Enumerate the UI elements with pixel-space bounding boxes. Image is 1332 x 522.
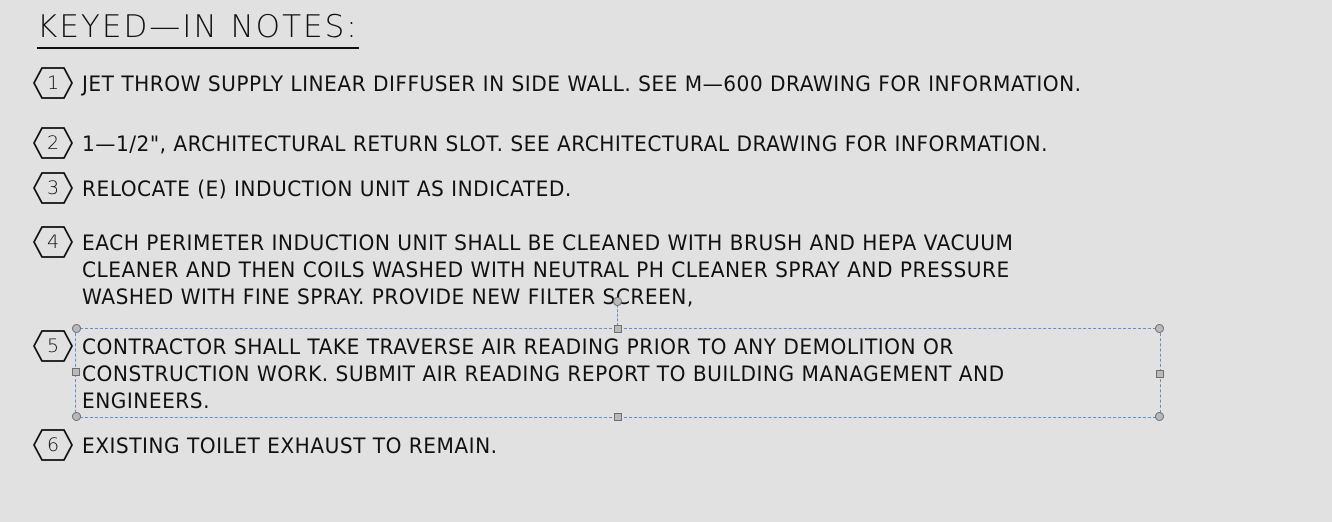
note-line: EACH PERIMETER INDUCTION UNIT SHALL BE C…	[82, 231, 1014, 255]
keyed-notes-title[interactable]: KEYED—IN NOTES:	[37, 10, 359, 49]
note-number: 3	[46, 177, 60, 199]
note-text: 1—1/2", ARCHITECTURAL RETURN SLOT. SEE A…	[82, 131, 1048, 158]
note-number: 6	[46, 434, 60, 456]
note-number: 1	[46, 72, 60, 94]
drawing-canvas[interactable]: KEYED—IN NOTES: 1 JET THROW SUPPLY LINEA…	[0, 0, 1332, 522]
insertion-grip[interactable]	[613, 297, 622, 306]
corner-grip-top-left[interactable]	[72, 324, 81, 333]
note-line: 1—1/2", ARCHITECTURAL RETURN SLOT. SEE A…	[82, 132, 1048, 156]
note-line: CLEANER AND THEN COILS WASHED WITH NEUTR…	[82, 258, 1010, 282]
edge-grip-left[interactable]	[72, 368, 80, 376]
text-selection-frame[interactable]	[75, 328, 1161, 418]
note-line: WASHED WITH FINE SPRAY. PROVIDE NEW FILT…	[82, 285, 694, 309]
edge-grip-bottom[interactable]	[614, 413, 622, 421]
corner-grip-bottom-right[interactable]	[1155, 412, 1164, 421]
edge-grip-right[interactable]	[1156, 370, 1164, 378]
note-text: EACH PERIMETER INDUCTION UNIT SHALL BE C…	[82, 230, 1013, 311]
note-line: RELOCATE (E) INDUCTION UNIT AS INDICATED…	[82, 177, 572, 201]
corner-grip-top-right[interactable]	[1155, 324, 1164, 333]
note-number: 2	[46, 132, 60, 154]
note-number: 5	[46, 335, 60, 357]
note-line: JET THROW SUPPLY LINEAR DIFFUSER IN SIDE…	[82, 72, 1082, 96]
note-text: RELOCATE (E) INDUCTION UNIT AS INDICATED…	[82, 176, 572, 203]
edge-grip-top[interactable]	[614, 325, 622, 333]
note-text: EXISTING TOILET EXHAUST TO REMAIN.	[82, 433, 498, 460]
note-text: JET THROW SUPPLY LINEAR DIFFUSER IN SIDE…	[82, 71, 1082, 98]
note-number: 4	[46, 231, 60, 253]
note-line: EXISTING TOILET EXHAUST TO REMAIN.	[82, 434, 498, 458]
corner-grip-bottom-left[interactable]	[72, 412, 81, 421]
